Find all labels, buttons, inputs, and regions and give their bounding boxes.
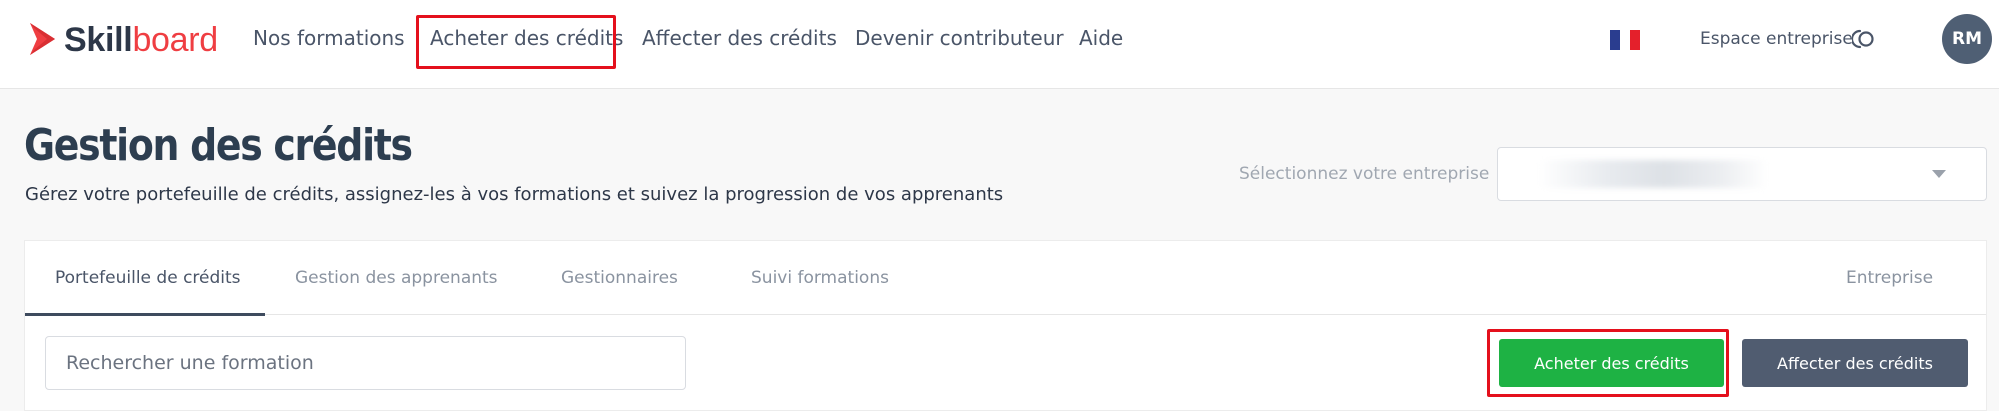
page-title: Gestion des crédits xyxy=(24,120,413,171)
tab-entreprise[interactable]: Entreprise xyxy=(1846,267,1933,289)
avatar[interactable]: RM xyxy=(1942,14,1992,64)
play-logo-icon xyxy=(30,23,55,55)
chevron-down-icon[interactable] xyxy=(1932,170,1946,178)
nav-affecter-credits[interactable]: Affecter des crédits xyxy=(642,25,837,51)
logo-text: Skillboard xyxy=(64,23,218,57)
logo-text-skill: Skill xyxy=(64,21,133,59)
page-subtitle: Gérez votre portefeuille de crédits, ass… xyxy=(25,184,1004,205)
credits-card: Portefeuille de crédits Gestion des appr… xyxy=(24,240,1987,411)
logo-text-board: board xyxy=(132,21,218,59)
tab-gestionnaires[interactable]: Gestionnaires xyxy=(561,267,678,289)
nav-highlight-box xyxy=(416,15,616,69)
top-navbar: Skillboard Nos formations Acheter des cr… xyxy=(0,0,1999,89)
active-tab-indicator xyxy=(25,313,265,316)
company-select[interactable] xyxy=(1497,147,1987,201)
nav-devenir-contributeur[interactable]: Devenir contributeur xyxy=(855,25,1064,51)
assign-credits-button[interactable]: Affecter des crédits xyxy=(1742,339,1968,387)
tab-gestion-apprenants[interactable]: Gestion des apprenants xyxy=(295,267,498,289)
tab-suivi-formations[interactable]: Suivi formations xyxy=(751,267,889,289)
toggle-icon[interactable] xyxy=(1852,28,1876,50)
espace-entreprise-label[interactable]: Espace entreprise xyxy=(1700,28,1853,50)
nav-aide[interactable]: Aide xyxy=(1079,25,1123,51)
skillboard-logo[interactable]: Skillboard xyxy=(26,18,218,62)
nav-nos-formations[interactable]: Nos formations xyxy=(253,25,405,51)
company-value-redacted xyxy=(1538,160,1768,188)
company-select-label: Sélectionnez votre entreprise xyxy=(1239,164,1490,184)
search-formation-input[interactable] xyxy=(45,336,686,390)
tab-portefeuille[interactable]: Portefeuille de crédits xyxy=(55,267,241,289)
fr-flag-icon[interactable] xyxy=(1610,30,1640,50)
buy-credits-button[interactable]: Acheter des crédits xyxy=(1499,339,1724,387)
tabs-bar: Portefeuille de crédits Gestion des appr… xyxy=(25,241,1986,316)
